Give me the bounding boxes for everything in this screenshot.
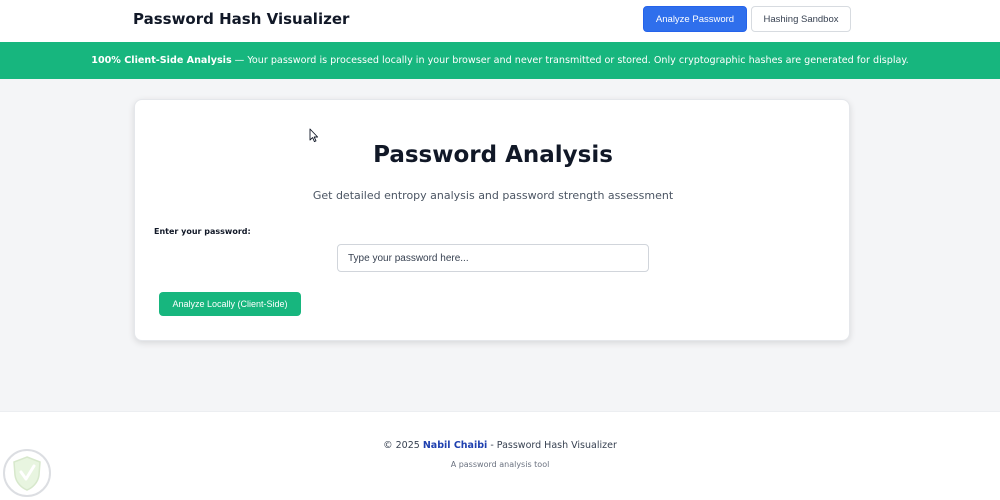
mouse-pointer-icon [309, 128, 319, 143]
footer-copyright-line: © 2025 Nabil Chaibi - Password Hash Visu… [0, 440, 1000, 451]
card-subtitle: Get detailed entropy analysis and passwo… [312, 189, 674, 202]
password-input[interactable] [337, 244, 649, 272]
footer-suffix: - Password Hash Visualizer [490, 440, 617, 451]
password-field-label: Enter your password: [154, 227, 251, 236]
app-title: Password Hash Visualizer [133, 10, 350, 28]
analyze-locally-button[interactable]: Analyze Locally (Client-Side) [159, 292, 301, 316]
banner-text: — Your password is processed locally in … [234, 55, 909, 66]
top-header: Password Hash Visualizer Analyze Passwor… [0, 0, 1000, 42]
footer-tagline: A password analysis tool [450, 460, 550, 469]
privacy-banner: 100% Client-Side Analysis — Your passwor… [0, 42, 1000, 79]
page-footer: © 2025 Nabil Chaibi - Password Hash Visu… [0, 411, 1000, 500]
hashing-sandbox-nav-button[interactable]: Hashing Sandbox [751, 6, 851, 32]
shield-logo-icon [3, 449, 51, 497]
analyze-password-nav-button[interactable]: Analyze Password [643, 6, 747, 32]
card-title: Password Analysis [373, 142, 613, 168]
footer-copyright: © 2025 [383, 440, 420, 451]
analysis-card: Password Analysis Get detailed entropy a… [134, 99, 850, 341]
banner-bold-text: 100% Client-Side Analysis [91, 55, 232, 66]
footer-author-link[interactable]: Nabil Chaibi [423, 440, 487, 451]
